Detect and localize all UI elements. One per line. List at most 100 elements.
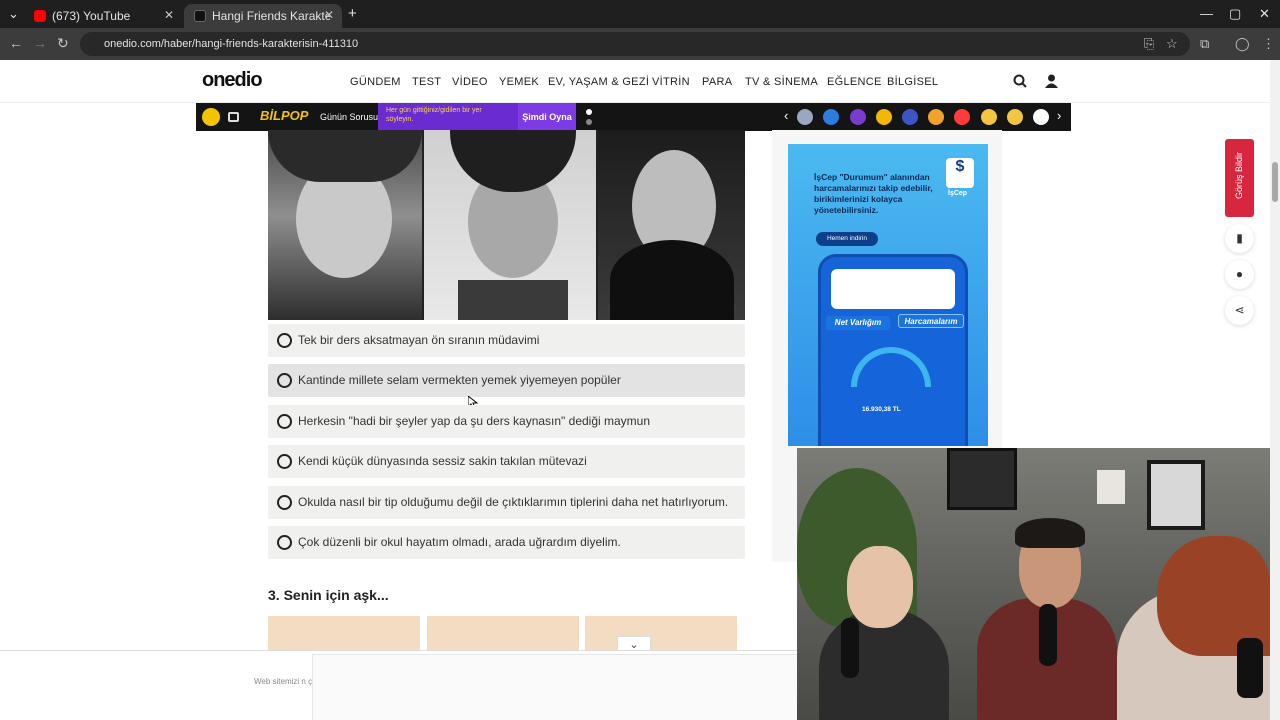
game-icon[interactable] xyxy=(228,112,239,122)
nav-vitrin[interactable]: VİTRİN xyxy=(652,76,690,88)
radio-button[interactable] xyxy=(277,454,292,469)
nav-bilgisel[interactable]: BİLGİSEL xyxy=(887,76,938,88)
extensions-icon[interactable]: ⧉ xyxy=(1200,36,1209,52)
reaction-icon[interactable] xyxy=(850,109,866,125)
profile-icon[interactable]: ◯ xyxy=(1235,36,1250,52)
gauge xyxy=(851,347,931,387)
reaction-icon[interactable] xyxy=(797,109,813,125)
answer-option[interactable]: Kendi küçük dünyasında sessiz sakin takı… xyxy=(268,445,745,478)
back-icon[interactable]: ← xyxy=(9,35,23,51)
answer-option[interactable]: Kantinde millete selam vermekten yemek y… xyxy=(268,364,745,397)
nav-yemek[interactable]: YEMEK xyxy=(499,76,539,88)
microphone xyxy=(1039,604,1057,666)
reaction-icon[interactable] xyxy=(928,109,944,125)
feedback-label: Görüş Bildir xyxy=(1234,151,1244,199)
site-logo[interactable]: onedio xyxy=(202,69,263,92)
microphone xyxy=(1237,638,1263,698)
iscep-ad[interactable]: İşCep "Durumum" alanından harcamalarınız… xyxy=(788,144,988,446)
nav-video[interactable]: VİDEO xyxy=(452,76,488,88)
photo-right xyxy=(598,130,745,320)
radio-button[interactable] xyxy=(277,333,292,348)
scrollbar-thumb[interactable] xyxy=(1272,162,1278,202)
web-page: onedio GÜNDEM TEST VİDEO YEMEK EV, YAŞAM… xyxy=(0,60,1280,720)
answer-thumbnail[interactable] xyxy=(427,616,579,650)
new-tab-icon[interactable]: + xyxy=(348,5,357,22)
tab-search-icon[interactable]: ⌄ xyxy=(8,6,19,22)
tab-title: Hangi Friends Karakterisin? - O xyxy=(212,9,330,23)
browser-toolbar: ← → ↻ onedio.com/haber/hangi-friends-kar… xyxy=(0,28,1280,60)
chevron-left-icon[interactable]: ‹ xyxy=(784,108,788,123)
minimize-icon[interactable]: — xyxy=(1200,6,1213,21)
reaction-icon[interactable] xyxy=(902,109,918,125)
person-left-face xyxy=(847,546,913,628)
answer-thumbnail[interactable] xyxy=(585,616,737,650)
answer-option[interactable]: Okulda nasıl bir tip olduğumu değil de ç… xyxy=(268,486,745,519)
chevron-right-icon[interactable]: › xyxy=(1057,108,1061,123)
reaction-icon[interactable] xyxy=(1033,109,1049,125)
tab-onedio[interactable]: Hangi Friends Karakterisin? - O ✕ xyxy=(184,4,342,28)
ad-cta-button[interactable]: Hemen indirin xyxy=(816,232,878,246)
comments-icon[interactable]: ● xyxy=(1225,260,1254,289)
cookie-bar: Web sitemizi n çerezler kullanı xyxy=(0,650,800,720)
hair xyxy=(268,130,422,182)
radio-button[interactable] xyxy=(277,373,292,388)
youtube-icon xyxy=(34,10,46,22)
search-icon[interactable] xyxy=(1013,74,1027,88)
answer-label: Tek bir ders aksatmayan ön sıranın müdav… xyxy=(298,333,540,347)
daily-question-label: Günün Sorusu xyxy=(320,112,379,122)
answer-option[interactable]: Tek bir ders aksatmayan ön sıranın müdav… xyxy=(268,324,745,357)
bilpop-logo[interactable]: BİLPOP xyxy=(260,108,308,123)
reload-icon[interactable]: ↻ xyxy=(57,35,69,52)
nav-eglence[interactable]: EĞLENCE xyxy=(827,76,882,88)
address-bar[interactable]: onedio.com/haber/hangi-friends-karakteri… xyxy=(80,32,1190,56)
bookmark-icon[interactable]: ▮ xyxy=(1225,224,1254,253)
nav-para[interactable]: PARA xyxy=(702,76,732,88)
feedback-button[interactable]: Görüş Bildir xyxy=(1225,139,1254,217)
smiley-icon[interactable] xyxy=(202,108,220,126)
ad-headline: İşCep "Durumum" alanından harcamalarınız… xyxy=(814,172,933,215)
tab-title: (673) YouTube xyxy=(52,9,131,23)
answer-option[interactable]: Herkesin "hadi bir şeyler yap da şu ders… xyxy=(268,405,745,438)
cookie-text: Web sitemizi n çerezler kullanı xyxy=(254,677,314,686)
menu-icon[interactable]: ⋮ xyxy=(1262,36,1275,52)
play-now-button[interactable]: Şimdi Oyna xyxy=(518,103,576,131)
nav-tv-sinema[interactable]: TV & SİNEMA xyxy=(745,76,818,88)
tab-youtube[interactable]: (673) YouTube ✕ xyxy=(24,4,182,28)
ad-amount: 16.930,38 TL xyxy=(862,406,901,413)
nav-gundem[interactable]: GÜNDEM xyxy=(350,76,401,88)
bilpop-bar: BİLPOP Günün Sorusu Her gün gittiğiniz/g… xyxy=(196,103,1071,131)
forward-icon[interactable]: → xyxy=(33,35,47,51)
carousel-dot[interactable] xyxy=(586,109,592,115)
webcam-overlay xyxy=(797,448,1270,720)
carousel-dot[interactable] xyxy=(586,119,592,125)
answer-thumbnail[interactable] xyxy=(268,616,420,650)
close-tab-icon[interactable]: ✕ xyxy=(164,8,174,22)
reaction-icon[interactable] xyxy=(823,109,839,125)
close-tab-icon[interactable]: ✕ xyxy=(324,8,334,22)
radio-button[interactable] xyxy=(277,495,292,510)
radio-button[interactable] xyxy=(277,414,292,429)
maximize-icon[interactable]: ▢ xyxy=(1229,6,1241,22)
reaction-icon[interactable] xyxy=(1007,109,1023,125)
reaction-icon[interactable] xyxy=(981,109,997,125)
photo-middle xyxy=(424,130,596,320)
close-window-icon[interactable]: ✕ xyxy=(1259,6,1270,22)
ad-brand: İşCep xyxy=(948,190,968,197)
article-image xyxy=(268,130,745,320)
radio-button[interactable] xyxy=(277,535,292,550)
ad-pill: Net Varlığım xyxy=(826,316,890,330)
photo-left xyxy=(268,130,422,320)
reaction-icon[interactable] xyxy=(876,109,892,125)
reaction-icon[interactable] xyxy=(954,109,970,125)
share-icon[interactable]: ⋖ xyxy=(1225,296,1254,325)
nav-test[interactable]: TEST xyxy=(412,76,441,88)
bookmark-star-icon[interactable]: ☆ xyxy=(1166,36,1178,52)
answer-option[interactable]: Çok düzenli bir okul hayatım olmadı, ara… xyxy=(268,526,745,559)
cast-icon[interactable]: ⎘ xyxy=(1144,36,1154,52)
user-icon[interactable] xyxy=(1045,74,1058,88)
scrollbar[interactable] xyxy=(1270,60,1280,720)
nav-ev-yasam-gezi[interactable]: EV, YAŞAM & GEZİ xyxy=(548,76,649,88)
daily-question-text[interactable]: Her gün gittiğiniz/gidilen bir yer söyle… xyxy=(378,103,518,131)
question-title: 3. Senin için aşk... xyxy=(268,587,389,603)
answer-label: Herkesin "hadi bir şeyler yap da şu ders… xyxy=(298,414,651,428)
